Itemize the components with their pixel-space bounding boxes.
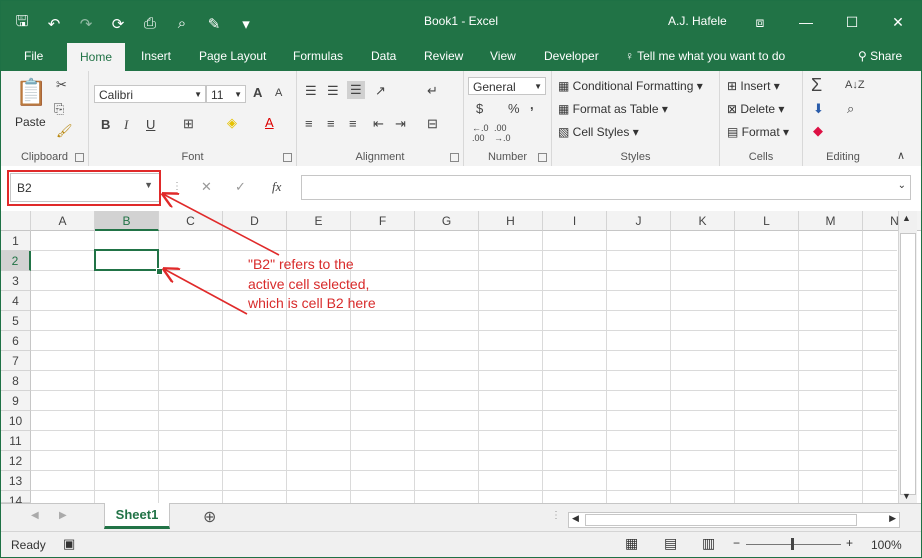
arrow-to-active-cell	[164, 269, 248, 315]
annotation-arrows	[1, 1, 280, 315]
zoom-out-icon[interactable]: −	[733, 536, 740, 550]
next-sheet-icon[interactable]: ▶	[59, 510, 67, 521]
horizontal-scroll-thumb[interactable]	[585, 514, 857, 526]
tab-split-icon[interactable]: ⋮	[551, 510, 561, 521]
arrow-to-name-box	[163, 194, 280, 256]
scroll-left-icon[interactable]: ◀	[572, 513, 579, 524]
status-ready: Ready	[11, 538, 46, 552]
new-sheet-icon[interactable]: ⊕	[203, 507, 216, 527]
zoom-level[interactable]: 100%	[871, 538, 902, 552]
annotation-text: "B2" refers to the active cell selected,…	[248, 256, 376, 311]
page-layout-view-icon[interactable]: ▤	[664, 535, 677, 552]
prev-sheet-icon[interactable]: ◀	[31, 510, 39, 521]
excel-window: 🖫 ↶ ↷ ⟳ ⎙ ⌕ ✎ ▾ Book1 - Excel A.J. Hafel…	[0, 0, 922, 558]
normal-view-icon[interactable]: ▦	[625, 535, 638, 552]
macro-record-icon[interactable]: ▣	[63, 536, 75, 552]
horizontal-scrollbar[interactable]: ◀ ▶	[568, 512, 900, 528]
zoom-slider-thumb[interactable]	[791, 538, 794, 550]
sheet-tab-bar: ◀ ▶ Sheet1 ⊕ ⋮ ◀ ▶	[1, 503, 921, 532]
zoom-in-icon[interactable]: +	[846, 536, 853, 550]
sheet-tab-sheet1[interactable]: Sheet1	[104, 503, 170, 529]
page-break-view-icon[interactable]: ▥	[702, 535, 715, 552]
status-bar: Ready ▣ ▦ ▤ ▥ − + 100%	[1, 531, 921, 557]
scroll-right-icon[interactable]: ▶	[889, 513, 896, 524]
